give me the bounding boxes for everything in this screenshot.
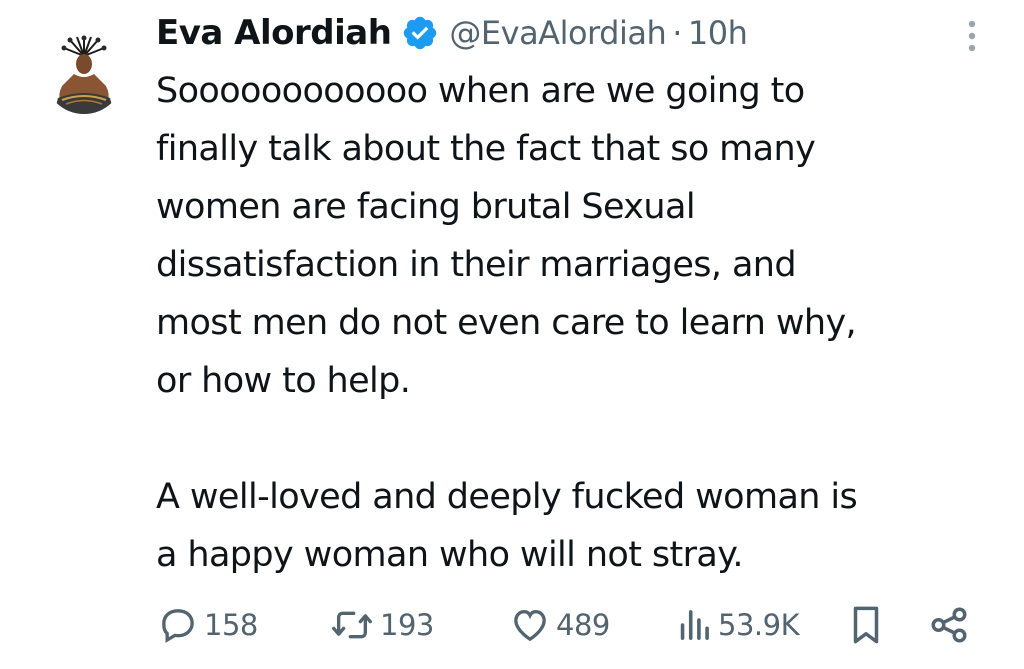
reply-button[interactable]: 158 [158,600,258,650]
tweet-header: Eva Alordiah @EvaAlordiah · 10h [156,6,748,60]
tweet-paragraph-2: A well-loved and deeply fucked woman is … [156,477,858,575]
share-button[interactable] [928,600,970,650]
timestamp[interactable]: 10h [688,14,748,52]
like-count: 489 [556,608,610,642]
views-button[interactable]: 53.9K [676,600,800,650]
views-count: 53.9K [718,608,800,642]
display-name[interactable]: Eva Alordiah [156,13,392,53]
avatar-image [44,34,124,114]
tweet-text: Soooooooooooo when are we going to final… [156,62,1016,584]
tweet[interactable]: Eva Alordiah @EvaAlordiah · 10h Sooooooo… [0,0,1024,669]
repost-count: 193 [380,608,434,642]
repost-icon [330,605,374,645]
more-options-icon[interactable] [964,16,980,56]
like-button[interactable]: 489 [510,600,610,650]
like-icon [510,605,550,645]
bookmark-button[interactable] [848,600,884,650]
views-icon [676,605,712,645]
tweet-paragraph-1: Soooooooooooo when are we going to final… [156,71,857,401]
separator-dot: · [672,14,682,52]
verified-badge-icon [401,14,439,52]
reply-icon [158,605,198,645]
bookmark-icon [848,604,884,646]
reply-count: 158 [204,608,258,642]
repost-button[interactable]: 193 [330,600,434,650]
action-bar: 158 193 489 53.9K [158,600,978,650]
avatar[interactable] [44,34,124,114]
user-handle[interactable]: @EvaAlordiah [449,14,666,52]
share-icon [928,604,970,646]
